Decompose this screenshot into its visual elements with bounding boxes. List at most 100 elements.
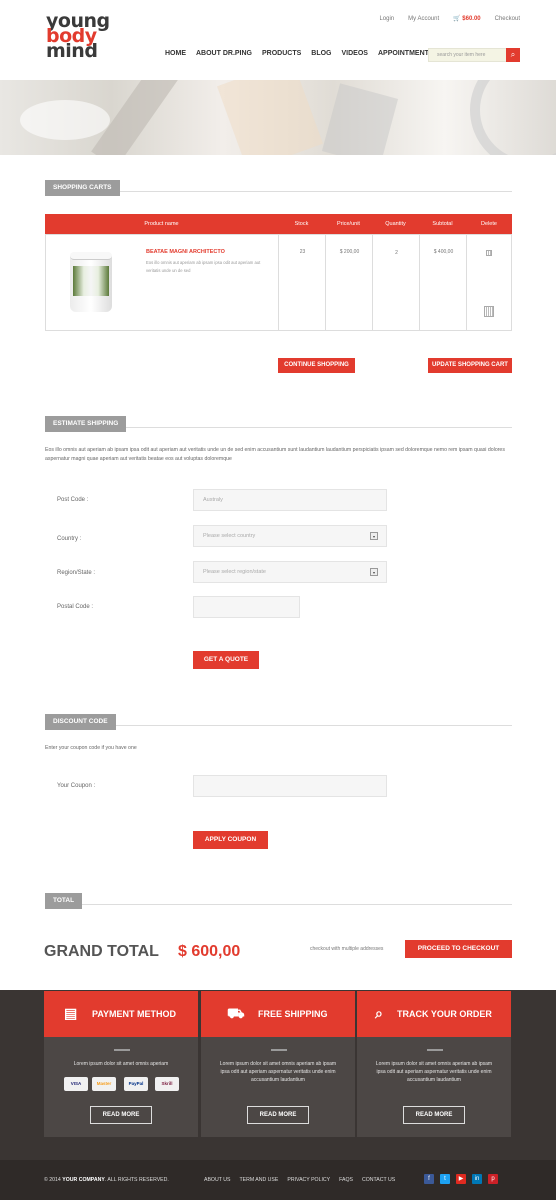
proceed-to-checkout-button[interactable]: PROCEED TO CHECKOUT — [405, 940, 512, 958]
cart-table-header: Product name Stock Price/unit Quantity S… — [45, 214, 512, 234]
nav-about[interactable]: ABOUT DR.PING — [196, 50, 252, 57]
country-label: Country : — [57, 536, 82, 542]
youtube-icon[interactable]: ▶ — [456, 1174, 466, 1184]
multiple-addresses-link[interactable]: checkout with multiple addresses — [310, 946, 383, 952]
payment-method-title: PAYMENT METHOD — [92, 1009, 177, 1019]
truck-icon: ⛟ — [227, 1005, 245, 1021]
product-description: Eos illo omnis aut aperiam ab ipsam ipsa… — [146, 260, 261, 273]
copyright: © 2014 YOUR COMPANY. ALL RIGHTS RESERVED… — [44, 1177, 169, 1183]
search-icon: ⌕ — [510, 50, 516, 59]
col-product-name: Product name — [144, 221, 179, 227]
footer-link-privacy[interactable]: PRIVACY POLICY — [287, 1177, 330, 1183]
trash-icon[interactable] — [484, 306, 494, 317]
track-order-title: TRACK YOUR ORDER — [397, 1009, 492, 1019]
footer-link-terms[interactable]: TERM AND USE — [239, 1177, 278, 1183]
subtotal-value: $ 400,00 — [433, 249, 454, 255]
cart-row: BEATAE MAGNI ARCHITECTO Eos illo omnis a… — [45, 234, 512, 331]
postal-code-label: Postal Code : — [57, 604, 94, 610]
payment-method-text: Lorem ipsum dolor sit amet omnis aperiam — [73, 1061, 169, 1067]
pinterest-icon[interactable]: p — [488, 1174, 498, 1184]
nav-home[interactable]: HOME — [165, 50, 186, 57]
twitter-icon[interactable]: t — [440, 1174, 450, 1184]
quantity-value[interactable]: 2 — [373, 250, 420, 256]
get-quote-button[interactable]: GET A QUOTE — [193, 651, 259, 669]
payment-icon: ▤ — [64, 1005, 78, 1021]
shipping-read-more-button[interactable]: READ MORE — [247, 1106, 309, 1124]
post-code-input[interactable]: Australy — [193, 489, 387, 511]
free-shipping-title: FREE SHIPPING — [258, 1009, 328, 1019]
copyright-year: © 2014 — [44, 1177, 61, 1183]
visa-icon: VISA — [64, 1077, 88, 1091]
nav-blog[interactable]: BLOG — [311, 50, 331, 57]
nav-appointment[interactable]: APPOINTMENT — [378, 50, 429, 57]
footer-link-contact[interactable]: CONTACT US — [362, 1177, 395, 1183]
search-button[interactable]: ⌕ — [506, 48, 520, 62]
nav-products[interactable]: PRODUCTS — [262, 50, 301, 57]
payment-read-more-button[interactable]: READ MORE — [90, 1106, 152, 1124]
payment-method-box: ▤ PAYMENT METHOD Lorem ipsum dolor sit am… — [44, 991, 198, 1137]
section-title: SHOPPING CARTS — [45, 180, 120, 196]
copyright-text: . ALL RIGHTS RESERVED. — [104, 1177, 169, 1183]
mastercard-icon: Master — [92, 1077, 116, 1091]
facebook-icon[interactable]: f — [424, 1174, 434, 1184]
col-stock: Stock — [294, 221, 309, 227]
login-link[interactable]: Login — [379, 16, 394, 22]
track-read-more-button[interactable]: READ MORE — [403, 1106, 465, 1124]
linkedin-icon[interactable]: in — [472, 1174, 482, 1184]
apply-coupon-button[interactable]: APPLY COUPON — [193, 831, 268, 849]
product-name[interactable]: BEATAE MAGNI ARCHITECTO — [146, 249, 225, 255]
cart-icon: 🛒 — [453, 16, 463, 22]
postal-code-input[interactable] — [193, 596, 300, 618]
discount-code-heading: DISCOUNT CODE — [45, 710, 512, 730]
region-label: Region/State : — [57, 570, 96, 576]
coupon-label: Your Coupon : — [57, 783, 96, 789]
nav-videos[interactable]: VIDEOS — [342, 50, 368, 57]
update-cart-button[interactable]: UPDATE SHOPPING CART — [428, 358, 512, 373]
paypal-icon: PayPal — [124, 1077, 148, 1091]
col-quantity: Quantity — [385, 221, 406, 227]
footer-links: ABOUT US TERM AND USE PRIVACY POLICY FAQ… — [204, 1177, 395, 1183]
continue-shopping-button[interactable]: CONTINUE SHOPPING — [278, 358, 355, 373]
social-links: f t ▶ in p — [424, 1174, 498, 1184]
col-delete: Delete — [481, 221, 497, 227]
discount-description: Enter your coupon code if you have one — [45, 745, 137, 751]
footer-link-about[interactable]: ABOUT US — [204, 1177, 230, 1183]
section-title: TOTAL — [45, 893, 83, 909]
region-select[interactable]: Please select region/state ▾ — [193, 561, 387, 583]
country-select[interactable]: Please select country ▾ — [193, 525, 387, 547]
price-value: $ 200,00 — [339, 249, 360, 255]
company-name: YOUR COMPANY — [62, 1177, 105, 1183]
col-price: Price/unit — [337, 221, 360, 227]
section-title: ESTIMATE SHIPPING — [45, 416, 127, 432]
hero-banner — [0, 80, 556, 155]
grand-total-value: $ 600,00 — [178, 943, 241, 960]
country-placeholder: Please select country — [203, 533, 256, 539]
grand-total-label: GRAND TOTAL — [44, 943, 159, 960]
post-code-label: Post Code : — [57, 497, 89, 503]
free-shipping-box: ⛟ FREE SHIPPING Lorem ipsum dolor sit ame… — [201, 991, 355, 1137]
search-icon: ⌕ — [375, 1005, 383, 1021]
skrill-icon: Skrill — [155, 1077, 179, 1091]
top-links: Login My Account 🛒 $60.00 Checkout — [379, 15, 520, 23]
delete-checkbox-icon[interactable] — [486, 250, 492, 256]
cart-total-link[interactable]: 🛒 $60.00 — [453, 15, 481, 22]
footer-link-faqs[interactable]: FAQS — [339, 1177, 353, 1183]
total-heading: TOTAL — [45, 889, 512, 909]
checkout-link[interactable]: Checkout — [495, 16, 520, 22]
logo[interactable]: young body mind — [46, 12, 126, 62]
main-nav: HOME ABOUT DR.PING PRODUCTS BLOG VIDEOS … — [165, 50, 429, 57]
track-order-text: Lorem ipsum dolor sit amet omnis aperiam… — [375, 1061, 493, 1083]
col-subtotal: Subtotal — [432, 221, 453, 227]
chevron-down-icon: ▾ — [370, 532, 378, 540]
section-title: DISCOUNT CODE — [45, 714, 116, 730]
product-image[interactable] — [70, 252, 112, 312]
cart-total: $60.00 — [462, 16, 481, 22]
chevron-down-icon: ▾ — [370, 568, 378, 576]
my-account-link[interactable]: My Account — [408, 16, 439, 22]
logo-line-3: mind — [46, 40, 98, 62]
free-shipping-text: Lorem ipsum dolor sit amet omnis aperiam… — [219, 1061, 337, 1083]
track-order-box: ⌕ TRACK YOUR ORDER Lorem ipsum dolor sit … — [357, 991, 511, 1137]
estimate-shipping-heading: ESTIMATE SHIPPING — [45, 412, 512, 432]
coupon-input[interactable] — [193, 775, 387, 797]
shipping-description: Eos illo omnis aut aperiam ab ipsam ipsa… — [45, 447, 505, 462]
